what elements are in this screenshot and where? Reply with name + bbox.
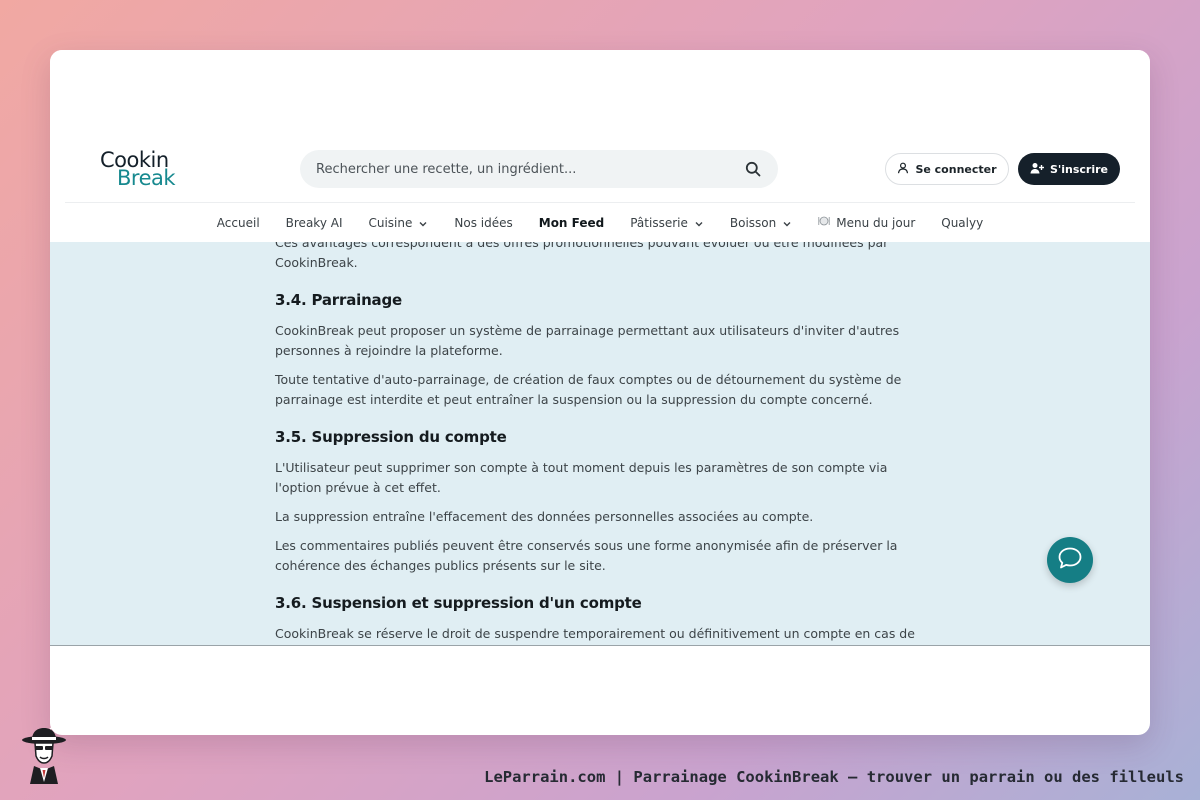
nav-label: Accueil: [216, 215, 260, 230]
main-nav: Accueil Breaky AI Cuisine Nos idées Mon …: [50, 203, 1150, 242]
chat-button[interactable]: [1047, 537, 1093, 583]
signup-label: S'inscrire: [1049, 162, 1109, 176]
nav-label: Menu du jour: [836, 215, 916, 230]
chevron-down-icon: [694, 218, 704, 228]
login-button[interactable]: Se connecter: [885, 153, 1009, 185]
nav-item-mon-feed[interactable]: Mon Feed: [539, 216, 604, 230]
nav-item-breaky-ai[interactable]: Breaky AI: [286, 216, 343, 230]
cookinbreak-logo[interactable]: Cookin Break: [100, 150, 176, 189]
nav-item-cuisine[interactable]: Cuisine: [368, 216, 428, 230]
nav-label: Qualyy: [941, 215, 984, 230]
paragraph: Toute tentative d'auto-parrainage, de cr…: [275, 372, 902, 407]
leparrain-mascot-logo: [16, 726, 72, 784]
search-icon[interactable]: [744, 160, 762, 178]
section-heading: 3.6. Suspension et suppression d'un comp…: [275, 594, 642, 612]
site-header: Cookin Break Se connecter S'inscrire Acc…: [50, 50, 1150, 242]
nav-item-nos-idees[interactable]: Nos idées: [454, 216, 512, 230]
nav-label: Nos idées: [454, 215, 513, 230]
paragraph: L'Utilisateur peut supprimer son compte …: [275, 460, 888, 495]
plate-icon: [818, 215, 830, 230]
nav-label: Boisson: [729, 215, 777, 230]
browser-window: Cookin Break Se connecter S'inscrire Acc…: [50, 50, 1150, 735]
chevron-down-icon: [418, 218, 428, 228]
nav-item-qualyy[interactable]: Qualyy: [941, 216, 983, 230]
chat-bubble-icon: [1057, 546, 1083, 574]
nav-label: Mon Feed: [538, 215, 605, 230]
section-heading: 3.4. Parrainage: [275, 291, 402, 309]
nav-item-accueil[interactable]: Accueil: [217, 216, 260, 230]
paragraph: Les commentaires publiés peuvent être co…: [275, 538, 898, 573]
nav-label: Cuisine: [368, 215, 413, 230]
section-heading: 3.5. Suppression du compte: [275, 428, 507, 446]
terms-article: Ces avantages correspondent à des offres…: [275, 242, 925, 645]
paragraph: Ces avantages correspondent à des offres…: [275, 242, 889, 270]
paragraph: CookinBreak peut proposer un système de …: [275, 323, 900, 358]
nav-item-menu-du-jour[interactable]: Menu du jour: [818, 215, 915, 230]
chevron-down-icon: [782, 218, 792, 228]
nav-label: Pâtisserie: [630, 215, 688, 230]
terms-content: Ces avantages correspondent à des offres…: [50, 242, 1150, 646]
nav-item-boisson[interactable]: Boisson: [730, 216, 792, 230]
paragraph: La suppression entraîne l'effacement des…: [275, 509, 814, 524]
nav-item-patisserie[interactable]: Pâtisserie: [630, 216, 704, 230]
search-bar[interactable]: [300, 150, 778, 188]
search-input[interactable]: [316, 161, 744, 177]
footer-caption: LeParrain.com | Parrainage CookinBreak —…: [484, 768, 1184, 786]
user-icon: [897, 162, 909, 177]
login-label: Se connecter: [915, 162, 997, 176]
user-plus-icon: [1030, 162, 1044, 177]
paragraph: CookinBreak se réserve le droit de suspe…: [275, 626, 915, 641]
signup-button[interactable]: S'inscrire: [1018, 153, 1120, 185]
nav-label: Breaky AI: [285, 215, 343, 230]
